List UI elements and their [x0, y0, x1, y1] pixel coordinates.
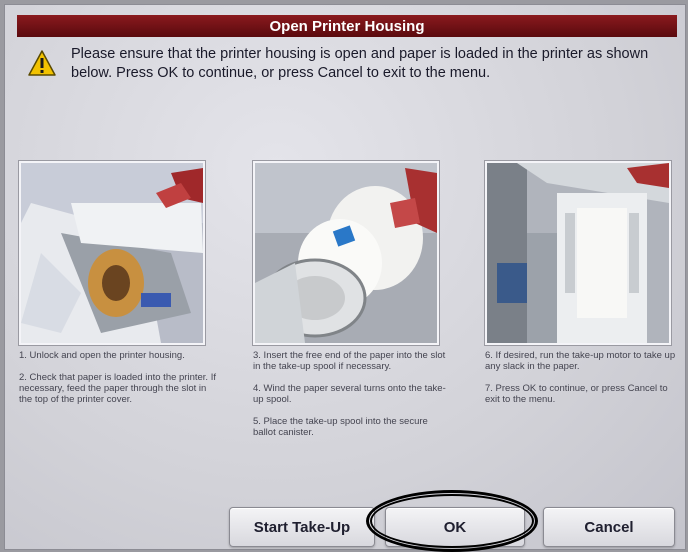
step-text: 3. Insert the free end of the paper into… [253, 350, 446, 372]
step-text: 6. If desired, run the take-up motor to … [485, 350, 676, 372]
warning-icon [28, 50, 56, 76]
start-take-up-button[interactable]: Start Take-Up [229, 507, 375, 547]
ok-button[interactable]: OK [385, 507, 525, 547]
steps-column-1: 1. Unlock and open the printer housing. … [19, 350, 219, 416]
dialog-screen: Open Printer Housing Please ensure that … [4, 4, 686, 550]
steps-column-2: 3. Insert the free end of the paper into… [253, 350, 453, 449]
steps-column-3: 6. If desired, run the take-up motor to … [485, 350, 685, 416]
ok-label: OK [443, 518, 467, 536]
step-text: 2. Check that paper is loaded into the p… [19, 372, 216, 405]
step-text: 7. Press OK to continue, or press Cancel… [485, 383, 668, 405]
dialog-title: Open Printer Housing [17, 15, 677, 37]
instruction-message: Please ensure that the printer housing i… [71, 46, 649, 81]
take-up-spool-photo [253, 161, 439, 345]
step-text: 1. Unlock and open the printer housing. [19, 350, 185, 361]
start-take-up-label: Start Take-Up [253, 518, 351, 536]
dialog-title-text: Open Printer Housing [269, 17, 425, 35]
take-up-motor-photo [485, 161, 671, 345]
cancel-button[interactable]: Cancel [543, 507, 675, 547]
step-text: 5. Place the take-up spool into the secu… [253, 416, 428, 438]
printer-housing-open-photo [19, 161, 205, 345]
cancel-label: Cancel [584, 518, 634, 536]
step-text: 4. Wind the paper several turns onto the… [253, 383, 446, 405]
